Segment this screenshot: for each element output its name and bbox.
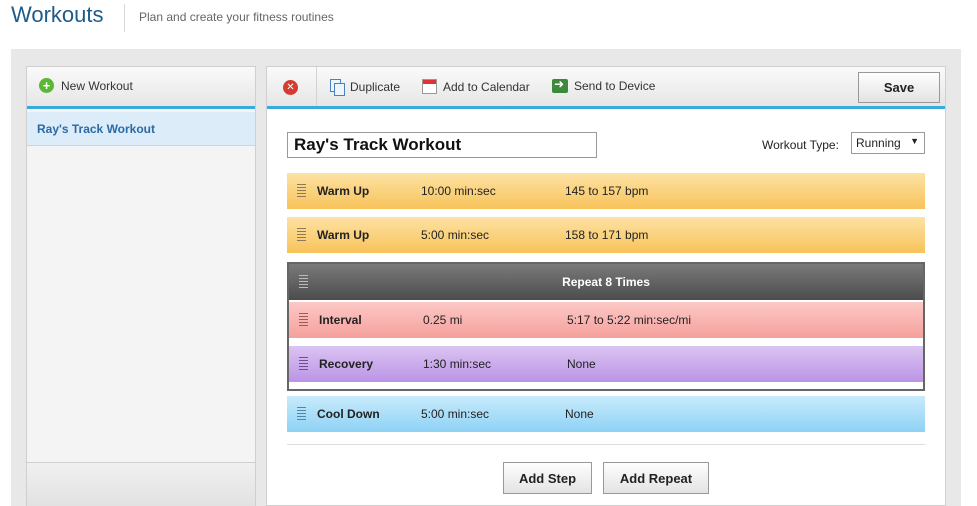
drag-handle-icon[interactable] <box>297 407 306 421</box>
drag-handle-icon[interactable] <box>297 184 306 198</box>
add-to-calendar-button[interactable]: Add to Calendar <box>422 79 530 94</box>
drag-handle-icon[interactable] <box>299 357 308 371</box>
duplicate-button[interactable]: Duplicate <box>330 79 401 96</box>
repeat-label: Repeat 8 Times <box>562 275 650 289</box>
workout-type-value: Running <box>856 136 901 150</box>
step-name: Warm Up <box>317 228 370 242</box>
drag-handle-icon[interactable] <box>299 313 308 327</box>
step-target: 5:17 to 5:22 min:sec/mi <box>567 313 692 327</box>
send-to-device-label: Send to Device <box>574 79 656 93</box>
drag-handle-icon[interactable] <box>297 228 306 242</box>
send-to-device-button[interactable]: Send to Device <box>552 77 656 93</box>
add-to-calendar-label: Add to Calendar <box>443 79 530 94</box>
sidebar-item-label: Ray's Track Workout <box>37 122 156 136</box>
step-warm-up-2[interactable]: Warm Up 5:00 min:sec 158 to 171 bpm <box>287 217 925 253</box>
repeat-header[interactable]: Repeat 8 Times <box>289 264 923 300</box>
plus-icon: + <box>39 78 54 93</box>
step-warm-up-1[interactable]: Warm Up 10:00 min:sec 145 to 157 bpm <box>287 173 925 209</box>
workout-list-footer <box>27 462 255 506</box>
sidebar-item-rays-track-workout[interactable]: Ray's Track Workout <box>27 112 255 146</box>
workout-list-header: + New Workout <box>27 67 255 109</box>
send-device-icon <box>552 77 568 93</box>
save-button[interactable]: Save <box>858 72 940 103</box>
workout-type-select[interactable]: Running ▼ <box>851 132 925 154</box>
new-workout-label: New Workout <box>61 78 133 93</box>
step-name: Recovery <box>319 357 374 371</box>
page-title: Workouts <box>11 2 104 27</box>
actions-divider <box>287 444 925 445</box>
delete-icon[interactable]: ✕ <box>283 80 298 95</box>
step-interval[interactable]: Interval 0.25 mi 5:17 to 5:22 min:sec/mi <box>289 302 923 338</box>
step-target: None <box>567 357 596 371</box>
workout-name-input[interactable] <box>287 132 597 158</box>
step-duration: 5:00 min:sec <box>421 407 490 421</box>
step-duration: 1:30 min:sec <box>423 357 492 371</box>
chevron-down-icon: ▼ <box>910 136 919 146</box>
page-header: Workouts Plan and create your fitness ro… <box>0 0 977 48</box>
step-target: 158 to 171 bpm <box>565 228 649 242</box>
step-target: 145 to 157 bpm <box>565 184 649 198</box>
editor-toolbar: ✕ Duplicate Add to Calendar Send to Devi… <box>267 67 945 109</box>
step-name: Cool Down <box>317 407 380 421</box>
workout-type-label: Workout Type: <box>762 138 839 152</box>
step-cool-down[interactable]: Cool Down 5:00 min:sec None <box>287 396 925 432</box>
page-subtitle: Plan and create your fitness routines <box>139 10 334 24</box>
step-name: Interval <box>319 313 362 327</box>
step-target: None <box>565 407 594 421</box>
new-workout-button[interactable]: + New Workout <box>39 78 133 93</box>
header-divider <box>124 4 125 32</box>
toolbar-divider <box>316 67 317 106</box>
add-repeat-button[interactable]: Add Repeat <box>603 462 709 494</box>
duplicate-label: Duplicate <box>350 79 401 94</box>
calendar-icon <box>422 79 437 94</box>
step-recovery[interactable]: Recovery 1:30 min:sec None <box>289 346 923 382</box>
step-duration: 0.25 mi <box>423 313 463 327</box>
step-duration: 5:00 min:sec <box>421 228 490 242</box>
duplicate-icon <box>330 79 345 96</box>
step-name: Warm Up <box>317 184 370 198</box>
step-duration: 10:00 min:sec <box>421 184 496 198</box>
workout-editor-panel: ✕ Duplicate Add to Calendar Send to Devi… <box>266 66 946 506</box>
add-step-button[interactable]: Add Step <box>503 462 592 494</box>
workout-list-panel: + New Workout Ray's Track Workout <box>26 66 256 506</box>
repeat-block: Repeat 8 Times Interval 0.25 mi 5:17 to … <box>287 262 925 391</box>
